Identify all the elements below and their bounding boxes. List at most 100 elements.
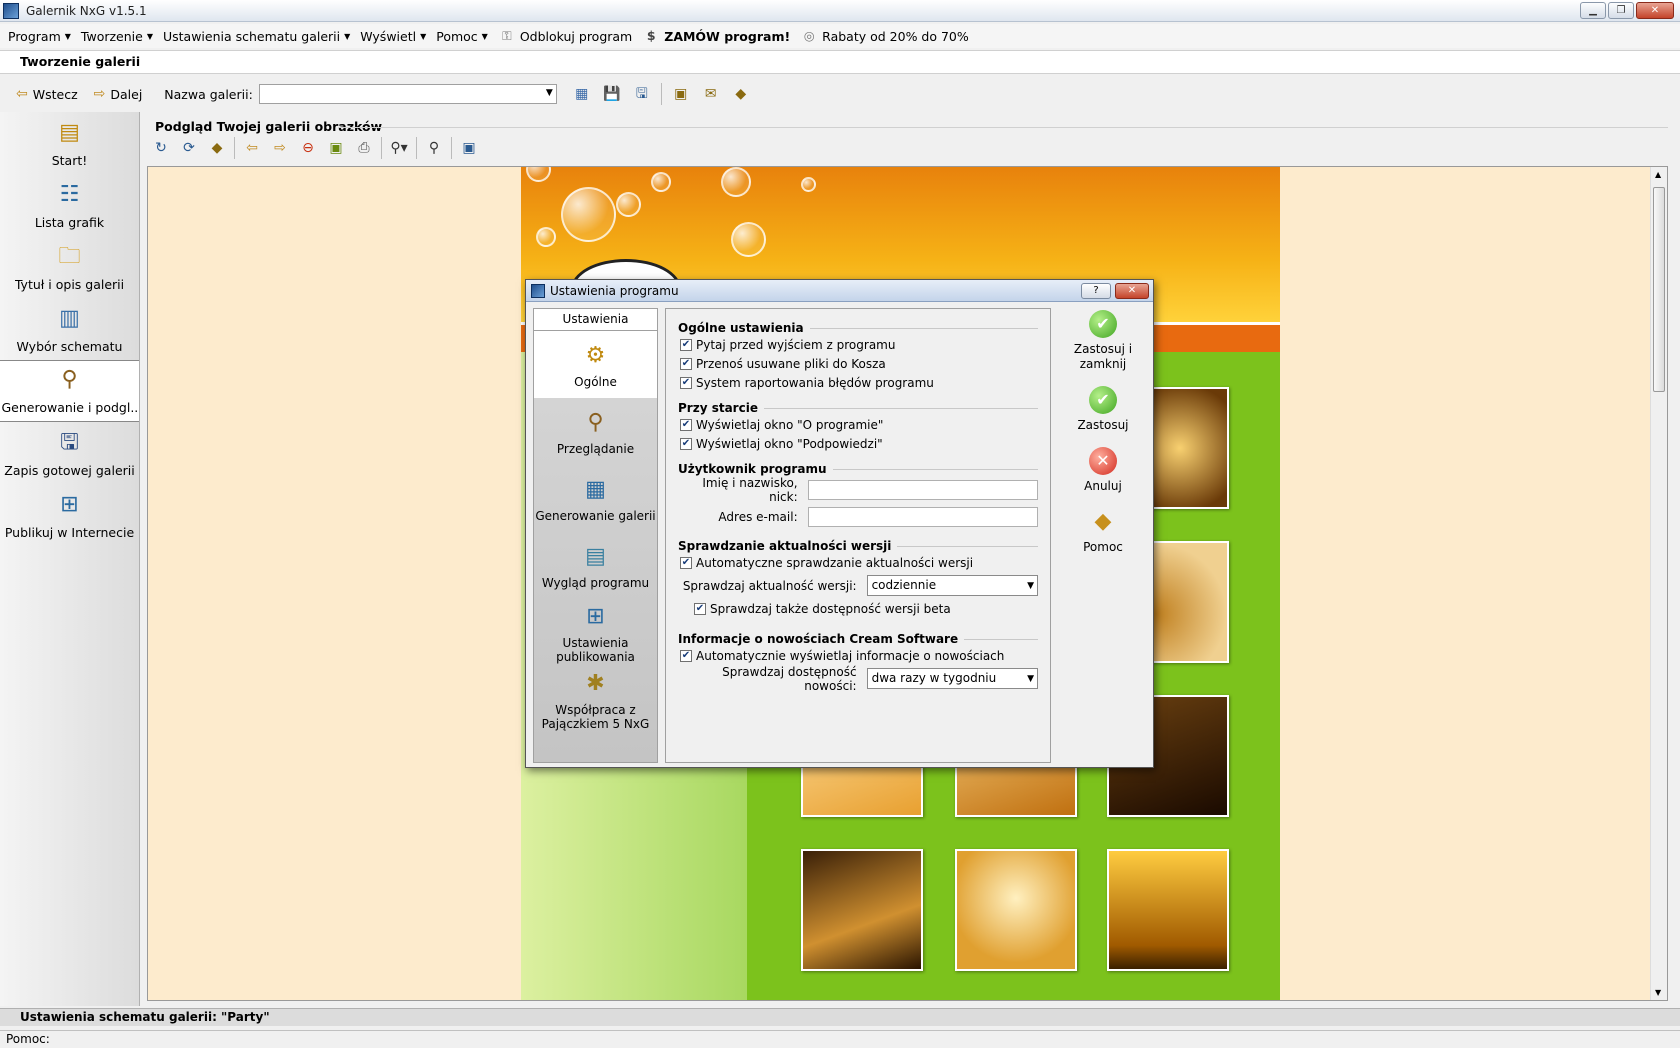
restore-button[interactable]: ❐ — [1608, 2, 1634, 19]
option-ask-before-exit[interactable]: ✔ Pytaj przed wyjściem z programu — [680, 335, 1038, 354]
news-frequency-select[interactable]: dwa razy w tygodniu ▼ — [866, 668, 1038, 689]
zoom-icon[interactable]: ⚲ — [423, 137, 445, 159]
gallery-thumbnail[interactable] — [1107, 849, 1229, 971]
tab-ogolne[interactable]: ⚙ Ogólne — [534, 331, 657, 398]
sidebar-item-save-gallery[interactable]: 🖫 Zapis gotowej galerii — [0, 422, 139, 484]
update-frequency-select[interactable]: codziennie ▼ — [866, 575, 1038, 596]
zoom-dropdown-icon[interactable]: ⚲▾ — [388, 137, 410, 159]
help-book-icon: ◆ — [1094, 509, 1112, 534]
settings-tabs-header[interactable]: Ustawienia — [534, 309, 657, 331]
gallery-thumbnail[interactable] — [801, 849, 923, 971]
magnifier-icon: ⚲ — [61, 367, 78, 392]
option-check-beta[interactable]: ✔ Sprawdzaj także dostępność wersji beta — [694, 599, 1038, 618]
dialog-help-button[interactable]: ? — [1081, 283, 1111, 299]
package-icon[interactable]: ▣ — [670, 83, 692, 105]
apply-button[interactable]: ✔ Zastosuj — [1058, 386, 1148, 433]
tab-wyglad-programu[interactable]: ▤ Wygląd programu — [534, 532, 657, 599]
preview-vertical-scrollbar[interactable]: ▲ ▼ — [1650, 167, 1667, 1000]
save-as-icon[interactable]: 🖫 — [631, 83, 653, 105]
fullscreen-icon[interactable]: ▣ — [458, 137, 480, 159]
chevron-down-icon: ▼ — [64, 31, 71, 41]
close-window-button[interactable]: ✕ — [1636, 2, 1674, 19]
option-move-to-trash[interactable]: ✔ Przenoś usuwane pliki do Kosza — [680, 354, 1038, 373]
preview-toolbar: ↻ ⟳ ◆ ⇦ ⇨ ⊖ ▣ ⎙ ⚲▾ ⚲ ▣ — [150, 137, 480, 159]
menu-program[interactable]: Program ▼ — [8, 29, 71, 44]
publish-settings-icon: ⊞ — [586, 603, 605, 629]
chevron-down-icon: ▼ — [545, 88, 553, 98]
menu-odblokuj[interactable]: ⚿ Odblokuj program — [498, 27, 632, 45]
settings-category-list: Ustawienia ⚙ Ogólne ⚲ Przeglądanie ▦ Genero… — [533, 308, 658, 763]
print-icon[interactable]: ⎙ — [353, 137, 375, 159]
gallery-thumbnail[interactable] — [955, 849, 1077, 971]
news-frequency-label: Sprawdzaj dostępność nowości: — [722, 664, 857, 693]
checkbox-checked-icon[interactable]: ✔ — [694, 602, 706, 615]
sidebar-item-generate-preview[interactable]: ⚲ Generowanie i podgl... — [0, 360, 139, 422]
wizard-sidebar: ▤ Start! ☷ Lista grafik 🗀 Tytuł i opis gale… — [0, 112, 140, 1006]
cancel-button[interactable]: ✕ Anuluj — [1058, 447, 1148, 494]
menu-tworzenie[interactable]: Tworzenie ▼ — [81, 29, 153, 44]
option-error-reporting[interactable]: ✔ System raportowania błędów programu — [680, 373, 1038, 392]
gallery-name-combo[interactable]: ▼ — [258, 84, 557, 104]
tab-generowanie-galerii[interactable]: ▦ Generowanie galerii — [534, 465, 657, 532]
dialog-close-button[interactable]: ✕ — [1115, 283, 1149, 299]
group-title-updates: Sprawdzanie aktualności wersji — [678, 539, 1038, 553]
tab-ustawienia-publikowania[interactable]: ⊞ Ustawienia publikowania — [534, 599, 657, 666]
refresh-all-icon[interactable]: ⟳ — [178, 137, 200, 159]
back-button[interactable]: ⇦ Wstecz — [16, 86, 78, 102]
scroll-down-icon[interactable]: ▼ — [1655, 988, 1661, 997]
next-button[interactable]: ⇨ Dalej — [94, 86, 143, 102]
help-book-icon[interactable]: ◆ — [206, 137, 228, 159]
stop-icon[interactable]: ⊖ — [297, 137, 319, 159]
option-auto-update-check[interactable]: ✔ Automatyczne sprawdzanie aktualności we… — [680, 553, 1038, 572]
email-input[interactable] — [807, 506, 1038, 527]
sidebar-item-image-list[interactable]: ☷ Lista grafik — [0, 174, 139, 236]
refresh-icon[interactable]: ↻ — [150, 137, 172, 159]
sidebar-item-publish[interactable]: ⊞ Publikuj w Internecie — [0, 484, 139, 546]
save-icon[interactable]: 💾 — [601, 83, 623, 105]
option-show-tips[interactable]: ✔ Wyświetlaj okno "Podpowiedzi" — [680, 434, 1038, 453]
chevron-down-icon: ▼ — [481, 31, 488, 41]
apply-close-button[interactable]: ✔ Zastosuj i zamknij — [1058, 310, 1148, 372]
user-name-input[interactable] — [807, 479, 1038, 500]
menu-ustawienia-schematu[interactable]: Ustawienia schematu galerii ▼ — [163, 29, 350, 44]
arrow-right-icon[interactable]: ⇨ — [269, 137, 291, 159]
menu-wyswietl[interactable]: Wyświetl ▼ — [360, 29, 426, 44]
group-title-user: Użytkownik programu — [678, 462, 1038, 476]
arrow-left-icon[interactable]: ⇦ — [241, 137, 263, 159]
scroll-up-icon[interactable]: ▲ — [1655, 170, 1661, 179]
sidebar-item-start[interactable]: ▤ Start! — [0, 112, 139, 174]
tab-przegladanie[interactable]: ⚲ Przeglądanie — [534, 398, 657, 465]
help-book-icon[interactable]: ◆ — [730, 83, 752, 105]
start-icon: ▤ — [59, 120, 80, 145]
checkbox-checked-icon[interactable]: ✔ — [680, 418, 692, 431]
sidebar-item-template[interactable]: ▥ Wybór schematu — [0, 298, 139, 360]
group-title-news: Informacje o nowościach Cream Software — [678, 632, 1038, 646]
checkbox-checked-icon[interactable]: ✔ — [680, 357, 692, 370]
checkmark-icon: ✔ — [1089, 310, 1117, 338]
option-auto-news[interactable]: ✔ Automatycznie wyświetlaj informacje o n… — [680, 646, 1038, 665]
checkbox-checked-icon[interactable]: ✔ — [680, 556, 692, 569]
checkbox-checked-icon[interactable]: ✔ — [680, 376, 692, 389]
chevron-down-icon: ▼ — [420, 31, 427, 41]
checkbox-checked-icon[interactable]: ✔ — [680, 437, 692, 450]
settings-dialog: Ustawienia programu ? ✕ Ustawienia ⚙ Ogól… — [525, 279, 1154, 768]
reload-page-icon[interactable]: ▣ — [325, 137, 347, 159]
sidebar-item-title-description[interactable]: 🗀 Tytuł i opis galerii — [0, 236, 139, 298]
menu-zamow[interactable]: $ ZAMÓW program! — [642, 27, 790, 45]
checkbox-checked-icon[interactable]: ✔ — [680, 338, 692, 351]
tab-wspolpraca-pajaczek[interactable]: ✱ Współpraca z Pajączkiem 5 NxG — [534, 666, 657, 733]
help-button[interactable]: ◆ Pomoc — [1058, 508, 1148, 555]
option-show-about[interactable]: ✔ Wyświetlaj okno "O programie" — [680, 415, 1038, 434]
menu-pomoc[interactable]: Pomoc ▼ — [436, 29, 488, 44]
minimize-button[interactable]: ▁ — [1580, 2, 1606, 19]
open-gallery-icon[interactable]: ▦ — [571, 83, 593, 105]
open-folder-icon[interactable]: ✉ — [700, 83, 722, 105]
menu-rabaty[interactable]: ◎ Rabaty od 20% do 70% — [800, 27, 969, 45]
spider-icon: ✱ — [586, 670, 605, 696]
key-icon: ⚿ — [502, 28, 512, 43]
checkbox-checked-icon[interactable]: ✔ — [680, 649, 692, 662]
dialog-title: Ustawienia programu — [550, 284, 679, 298]
help-status-bar: Pomoc: — [0, 1030, 1680, 1048]
scrollbar-thumb[interactable] — [1653, 187, 1665, 392]
arrow-left-icon: ⇦ — [16, 86, 28, 102]
